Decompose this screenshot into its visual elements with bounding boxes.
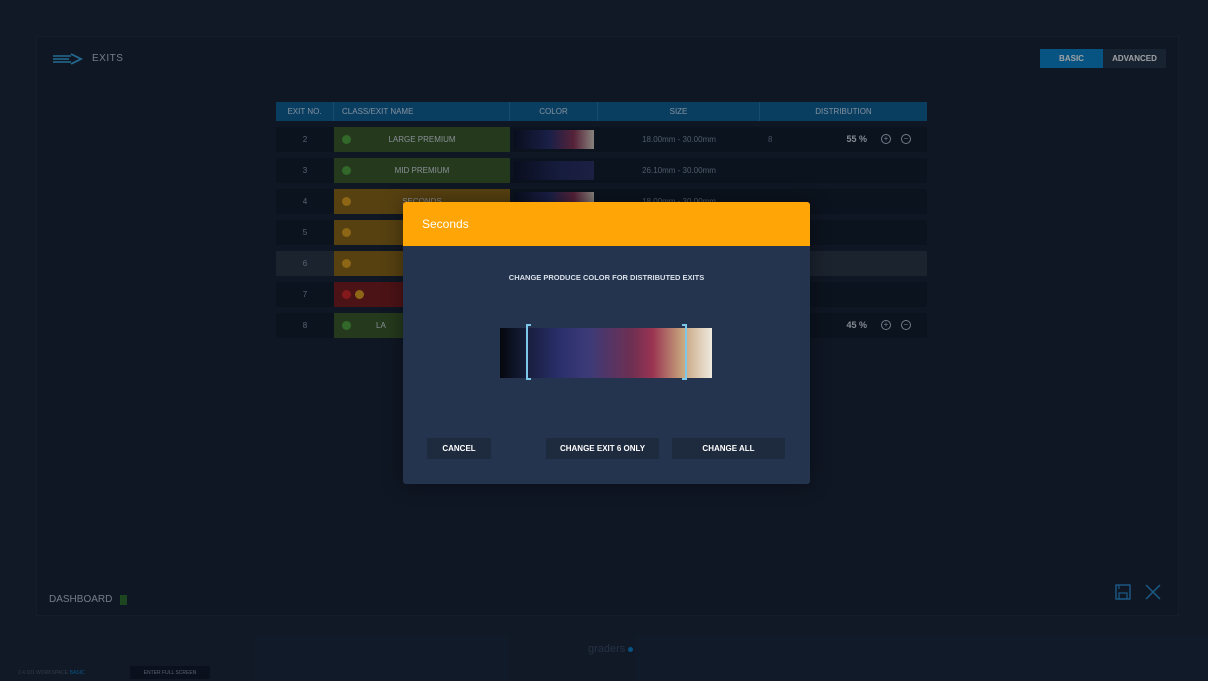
color-range-picker[interactable] bbox=[500, 324, 712, 380]
range-handle-right[interactable] bbox=[682, 324, 687, 380]
dialog-title: Seconds bbox=[403, 202, 810, 246]
range-handle-left[interactable] bbox=[526, 324, 531, 380]
change-all-button[interactable]: CHANGE ALL bbox=[672, 438, 785, 459]
change-exit-only-button[interactable]: CHANGE EXIT 6 ONLY bbox=[546, 438, 659, 459]
cancel-button[interactable]: CANCEL bbox=[427, 438, 491, 459]
dialog-subtitle: CHANGE PRODUCE COLOR FOR DISTRIBUTED EXI… bbox=[508, 273, 705, 282]
color-gradient bbox=[500, 328, 712, 378]
color-change-dialog: Seconds CHANGE PRODUCE COLOR FOR DISTRIB… bbox=[403, 202, 810, 484]
